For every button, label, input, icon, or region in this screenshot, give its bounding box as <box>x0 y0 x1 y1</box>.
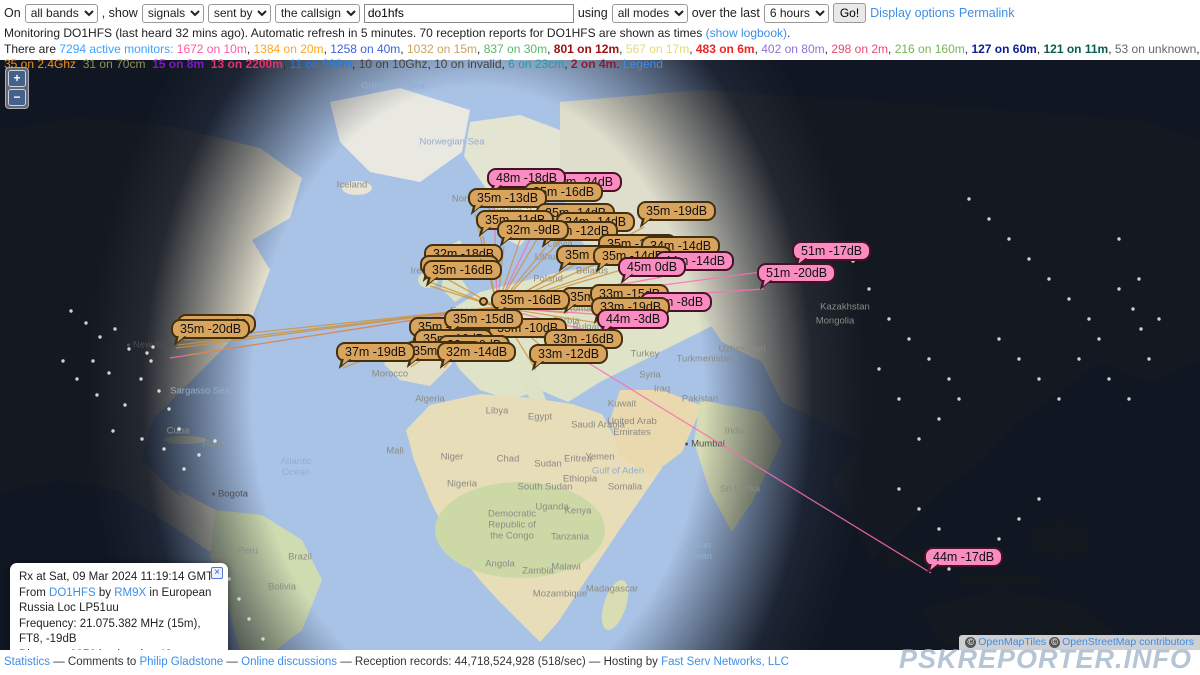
monitor-count: 10 on 10Ghz <box>359 57 428 71</box>
monitor-count: 11 on 600m <box>290 57 353 71</box>
online-discussions-link[interactable]: Online discussions <box>241 656 337 668</box>
permalink-link[interactable]: Permalink <box>959 6 1015 20</box>
period-text: . <box>787 26 790 40</box>
by-label: by <box>96 587 115 599</box>
pskreporter-watermark: PSKREPORTER.INFO <box>899 644 1192 675</box>
monitor-count: 15 on 8m <box>152 57 204 71</box>
overlast-label: over the last <box>692 6 760 20</box>
legend-link[interactable]: Legend <box>623 57 663 71</box>
from-label: From <box>19 587 49 599</box>
report-balloon[interactable]: 35m -16dB <box>491 290 570 310</box>
from-callsign-link[interactable]: DO1HFS <box>49 587 96 599</box>
report-balloon[interactable]: 45m 0dB <box>618 257 686 277</box>
using-label: using <box>578 6 608 20</box>
monitoring-text: Monitoring DO1HFS (last heard 32 mins ag… <box>4 26 702 40</box>
monitor-count: 35 on 2.4Ghz <box>4 57 76 71</box>
monitor-count: 121 on 11m <box>1043 42 1108 56</box>
report-balloon[interactable]: 35m -20dB <box>171 319 250 339</box>
report-balloon[interactable]: 51m -17dB <box>792 241 871 261</box>
monitoring-status: Monitoring DO1HFS (last heard 32 mins ag… <box>0 23 1200 40</box>
popup-rx-time: Rx at Sat, 09 Mar 2024 11:19:14 GMT <box>19 570 219 586</box>
monitor-count: 1384 on 20m <box>254 42 324 56</box>
go-button[interactable]: Go! <box>833 3 866 23</box>
report-balloon[interactable]: 32m -14dB <box>437 342 516 362</box>
report-balloon[interactable]: 33m -12dB <box>529 344 608 364</box>
monitor-count: 53 on unknown <box>1115 42 1196 56</box>
hosting-link[interactable]: Fast Serv Networks, LLC <box>661 656 789 668</box>
on-label: On <box>4 6 21 20</box>
by-callsign-link[interactable]: RM9X <box>114 587 146 599</box>
popup-frequency: Frequency: 21.075.382 MHz (15m), FT8, -1… <box>19 617 219 648</box>
monitor-count: 216 on 160m <box>895 42 965 56</box>
query-toolbar: On all bands , show signals sent by the … <box>0 0 1200 23</box>
close-icon[interactable]: × <box>211 567 223 579</box>
sentby-select[interactable]: sent by <box>208 4 271 23</box>
monitor-count: 567 on 17m <box>626 42 689 56</box>
report-balloon[interactable]: 35m -19dB <box>637 201 716 221</box>
zoom-out-button[interactable]: − <box>8 89 26 106</box>
monitor-count: 31 on 70cm <box>83 57 146 71</box>
monitor-count: 2 on 4m <box>571 57 616 71</box>
monitor-count: 483 on 6m <box>696 42 755 56</box>
footer-sep2: — <box>223 656 241 668</box>
report-balloon[interactable]: 35m -15dB <box>444 309 523 329</box>
report-balloon[interactable]: 32m -9dB <box>497 220 569 240</box>
report-balloon[interactable]: 51m -20dB <box>757 263 836 283</box>
footer-sep1: — Comments to <box>50 656 139 668</box>
footer-records-text: — Reception records: 44,718,524,928 (518… <box>337 656 661 668</box>
map-canvas[interactable]: Greenland SeaNorwegian SeaIcelandNorwayS… <box>0 60 1200 650</box>
callsign-type-select[interactable]: the callsign <box>275 4 360 23</box>
time-select[interactable]: 6 hours <box>764 4 829 23</box>
statistics-link[interactable]: Statistics <box>4 656 50 668</box>
monitor-count: 6 on 23cm <box>508 57 564 71</box>
mode-select[interactable]: all modes <box>612 4 688 23</box>
zoom-control: + − <box>5 67 29 109</box>
report-balloon[interactable]: 37m -19dB <box>336 342 415 362</box>
monitor-count: 801 on 12m <box>554 42 619 56</box>
popup-from-line: From DO1HFS by RM9X in European Russia L… <box>19 586 219 617</box>
active-monitors-count: 7294 active monitors: <box>59 42 173 56</box>
monitors-prefix: There are <box>4 42 59 56</box>
header-bar: On all bands , show signals sent by the … <box>0 0 1200 60</box>
monitor-count: 837 on 30m <box>484 42 547 56</box>
signal-select[interactable]: signals <box>142 4 204 23</box>
monitor-count: 1672 on 10m <box>177 42 247 56</box>
report-balloon[interactable]: 35m -13dB <box>468 188 547 208</box>
show-logbook-link[interactable]: (show logbook) <box>706 26 787 40</box>
monitor-count: 10 on invalid <box>434 57 501 71</box>
monitor-counts: 1672 on 10m, 1384 on 20m, 1258 on 40m, 1… <box>4 42 1200 71</box>
band-select[interactable]: all bands <box>25 4 98 23</box>
show-label: , show <box>102 6 138 20</box>
report-balloon[interactable]: 35m -16dB <box>423 260 502 280</box>
report-balloon[interactable]: 44m -17dB <box>924 547 1003 567</box>
monitor-count: 402 on 80m <box>761 42 824 56</box>
philip-gladstone-link[interactable]: Philip Gladstone <box>139 656 223 668</box>
zoom-in-button[interactable]: + <box>8 70 26 87</box>
display-options-link[interactable]: Display options <box>870 6 955 20</box>
report-balloon[interactable]: 44m -3dB <box>597 309 669 329</box>
active-monitors-line: There are 7294 active monitors: 1672 on … <box>0 40 1200 72</box>
callsign-input[interactable] <box>364 4 574 23</box>
monitor-count: 127 on 60m <box>971 42 1036 56</box>
monitor-count: 1258 on 40m <box>330 42 400 56</box>
monitor-count: 1032 on 15m <box>407 42 477 56</box>
balloon-layer: 48m -24dB48m -18dB35m -16dB35m -13dB35m … <box>0 60 1200 650</box>
monitor-count: 13 on 2200m <box>211 57 283 71</box>
reception-report-popup: × Rx at Sat, 09 Mar 2024 11:19:14 GMT Fr… <box>10 563 228 650</box>
monitor-count: 298 on 2m <box>831 42 888 56</box>
